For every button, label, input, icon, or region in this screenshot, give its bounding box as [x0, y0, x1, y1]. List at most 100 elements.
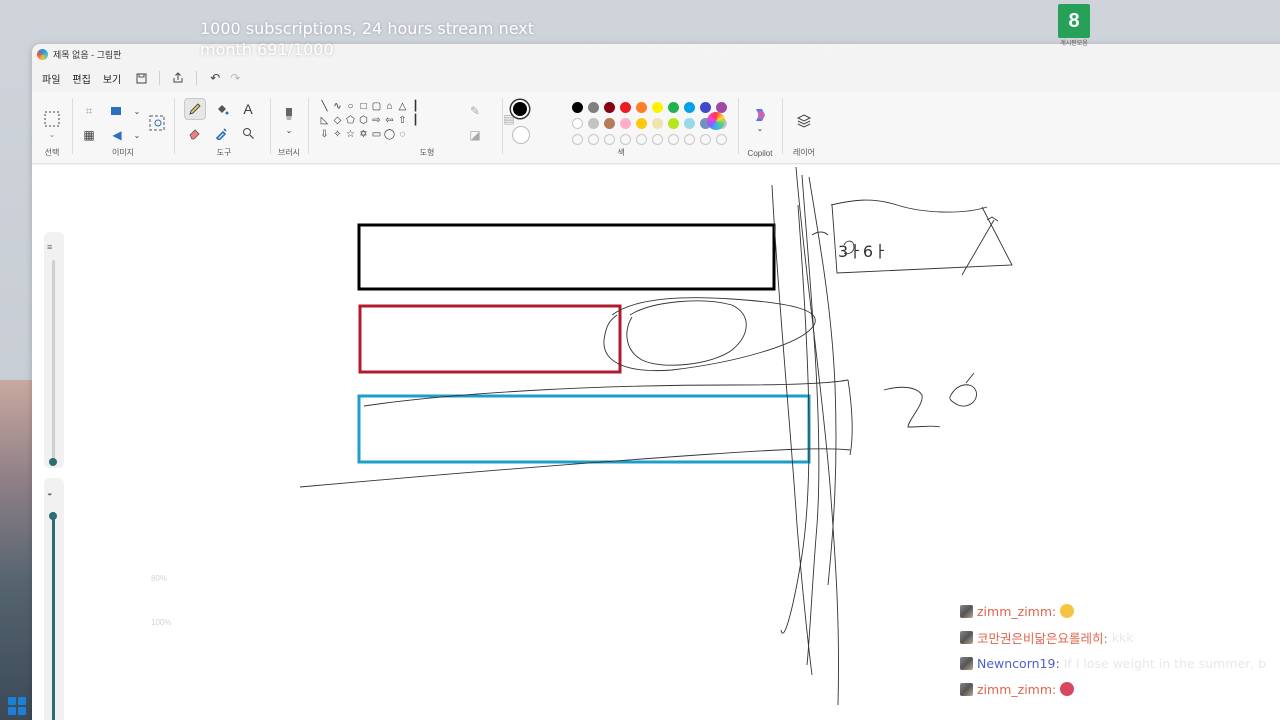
opacity-track[interactable] — [52, 512, 55, 720]
rectangle-shape-icon[interactable]: □ — [357, 100, 370, 113]
color-swatch[interactable] — [652, 118, 663, 129]
image-background-icon[interactable] — [146, 112, 168, 134]
color-swatch[interactable] — [588, 118, 599, 129]
color-swatch[interactable] — [700, 102, 711, 113]
shapes-group-label: 도형 — [419, 148, 435, 157]
scroll-down-icon[interactable] — [409, 128, 422, 141]
right-triangle-shape-icon[interactable]: ◺ — [318, 114, 331, 127]
callout-oval-shape-icon[interactable]: ◯ — [383, 128, 396, 141]
brush-size-thumb[interactable] — [49, 458, 57, 466]
window-title: 제목 없음 - 그림판 — [53, 49, 122, 60]
primary-color[interactable] — [511, 100, 529, 118]
six-point-star-shape-icon[interactable]: ✡ — [357, 128, 370, 141]
brush-chevron-down-icon[interactable]: ⌄ — [278, 124, 300, 136]
chat-text: If I lose weight in the summer, b — [1063, 655, 1267, 671]
color-swatch[interactable] — [636, 118, 647, 129]
select-all-icon[interactable]: ▦ — [78, 124, 100, 146]
select-rectangle-icon[interactable] — [41, 108, 63, 130]
color-swatch[interactable] — [620, 102, 631, 113]
fill-bucket-icon[interactable] — [211, 98, 233, 120]
save-icon[interactable] — [131, 68, 151, 88]
copilot-chevron-down-icon[interactable]: ⌄ — [749, 122, 771, 134]
pencil-icon[interactable] — [184, 98, 206, 120]
rotate-chevron-down-icon[interactable]: ⌄ — [126, 124, 148, 146]
edit-colors-icon[interactable] — [707, 112, 725, 130]
black-rectangle — [357, 223, 776, 291]
undo-icon[interactable]: ↶ — [205, 68, 225, 88]
brush-size-track[interactable] — [52, 260, 55, 464]
text-tool-icon[interactable]: A — [237, 98, 259, 120]
color-picker-icon[interactable] — [211, 122, 233, 144]
color-swatch[interactable] — [588, 102, 599, 113]
faint-zoom-label: 100% — [151, 618, 172, 627]
curve-shape-icon[interactable]: ∿ — [331, 100, 344, 113]
chat-text: kkk — [1111, 629, 1134, 645]
windows-start-icon[interactable] — [8, 697, 26, 715]
triangle-shape-icon[interactable]: △ — [396, 100, 409, 113]
resize-icon[interactable] — [106, 100, 128, 122]
line-shape-icon[interactable]: ╲ — [318, 100, 331, 113]
color-swatch[interactable] — [668, 118, 679, 129]
scroll-bar-icon[interactable]: ┃ — [409, 114, 422, 127]
custom-color-slot[interactable] — [716, 134, 727, 145]
stream-goal-overlay: 1000 subscriptions, 24 hours stream next… — [200, 19, 535, 59]
brush-icon[interactable] — [278, 104, 300, 126]
callout-rect-shape-icon[interactable]: ▭ — [370, 128, 383, 141]
four-point-star-shape-icon[interactable]: ✧ — [331, 128, 344, 141]
rotate-icon[interactable]: ◀ — [106, 124, 128, 146]
copilot-group: ⌄ Copilot — [740, 94, 780, 160]
custom-color-slot[interactable] — [636, 134, 647, 145]
right-arrow-shape-icon[interactable]: ⇨ — [370, 114, 383, 127]
outline-icon[interactable]: ✎ — [464, 100, 486, 122]
oval-shape-icon[interactable]: ○ — [344, 100, 357, 113]
color-swatch[interactable] — [636, 102, 647, 113]
color-swatch[interactable] — [668, 102, 679, 113]
color-swatch[interactable] — [572, 118, 583, 129]
fill-icon[interactable]: ◪ — [464, 124, 486, 146]
pencil-sketch — [299, 166, 1013, 706]
custom-color-slot[interactable] — [652, 134, 663, 145]
layers-icon[interactable] — [793, 110, 815, 132]
callout-cloud-shape-icon[interactable]: ◌ — [396, 128, 409, 141]
eraser-icon[interactable] — [184, 122, 206, 144]
custom-color-slot[interactable] — [668, 134, 679, 145]
color-swatch[interactable] — [652, 102, 663, 113]
menu-edit[interactable]: 편집 — [70, 67, 100, 90]
magnifier-icon[interactable] — [237, 122, 259, 144]
custom-color-slot[interactable] — [604, 134, 615, 145]
selection-chevron-down-icon[interactable]: ⌄ — [41, 128, 63, 140]
secondary-color[interactable] — [512, 126, 530, 144]
color-swatch[interactable] — [684, 102, 695, 113]
custom-color-slot[interactable] — [620, 134, 631, 145]
diamond-shape-icon[interactable]: ◇ — [331, 114, 344, 127]
five-point-star-shape-icon[interactable]: ☆ — [344, 128, 357, 141]
color-swatch[interactable] — [684, 118, 695, 129]
opacity-thumb[interactable] — [49, 512, 57, 520]
menu-file[interactable]: 파일 — [40, 67, 70, 90]
color-swatch[interactable] — [572, 102, 583, 113]
custom-color-slot[interactable] — [588, 134, 599, 145]
red-rectangle — [358, 304, 622, 374]
pentagon-shape-icon[interactable]: ⬠ — [344, 114, 357, 127]
polygon-shape-icon[interactable]: ⌂ — [383, 100, 396, 113]
ribbon-separator — [174, 98, 175, 154]
color-swatch[interactable] — [604, 102, 615, 113]
color-swatch[interactable] — [620, 118, 631, 129]
rounded-rectangle-shape-icon[interactable]: ▢ — [370, 100, 383, 113]
custom-color-slot[interactable] — [572, 134, 583, 145]
custom-color-slot[interactable] — [700, 134, 711, 145]
crop-icon[interactable]: ⌗ — [78, 100, 100, 122]
resize-chevron-down-icon[interactable]: ⌄ — [126, 100, 148, 122]
selection-group: ⌄ 선택 — [34, 94, 70, 160]
up-arrow-shape-icon[interactable]: ⇧ — [396, 114, 409, 127]
color-swatch[interactable] — [604, 118, 615, 129]
share-icon[interactable] — [168, 68, 188, 88]
chat-message: zimm_zimm: — [960, 676, 1280, 702]
scroll-up-icon[interactable]: ┃ — [409, 100, 422, 113]
left-arrow-shape-icon[interactable]: ⇦ — [383, 114, 396, 127]
down-arrow-shape-icon[interactable]: ⇩ — [318, 128, 331, 141]
hexagon-shape-icon[interactable]: ⬡ — [357, 114, 370, 127]
menu-view[interactable]: 보기 — [101, 67, 131, 90]
redo-icon[interactable]: ↷ — [225, 68, 245, 88]
custom-color-slot[interactable] — [684, 134, 695, 145]
